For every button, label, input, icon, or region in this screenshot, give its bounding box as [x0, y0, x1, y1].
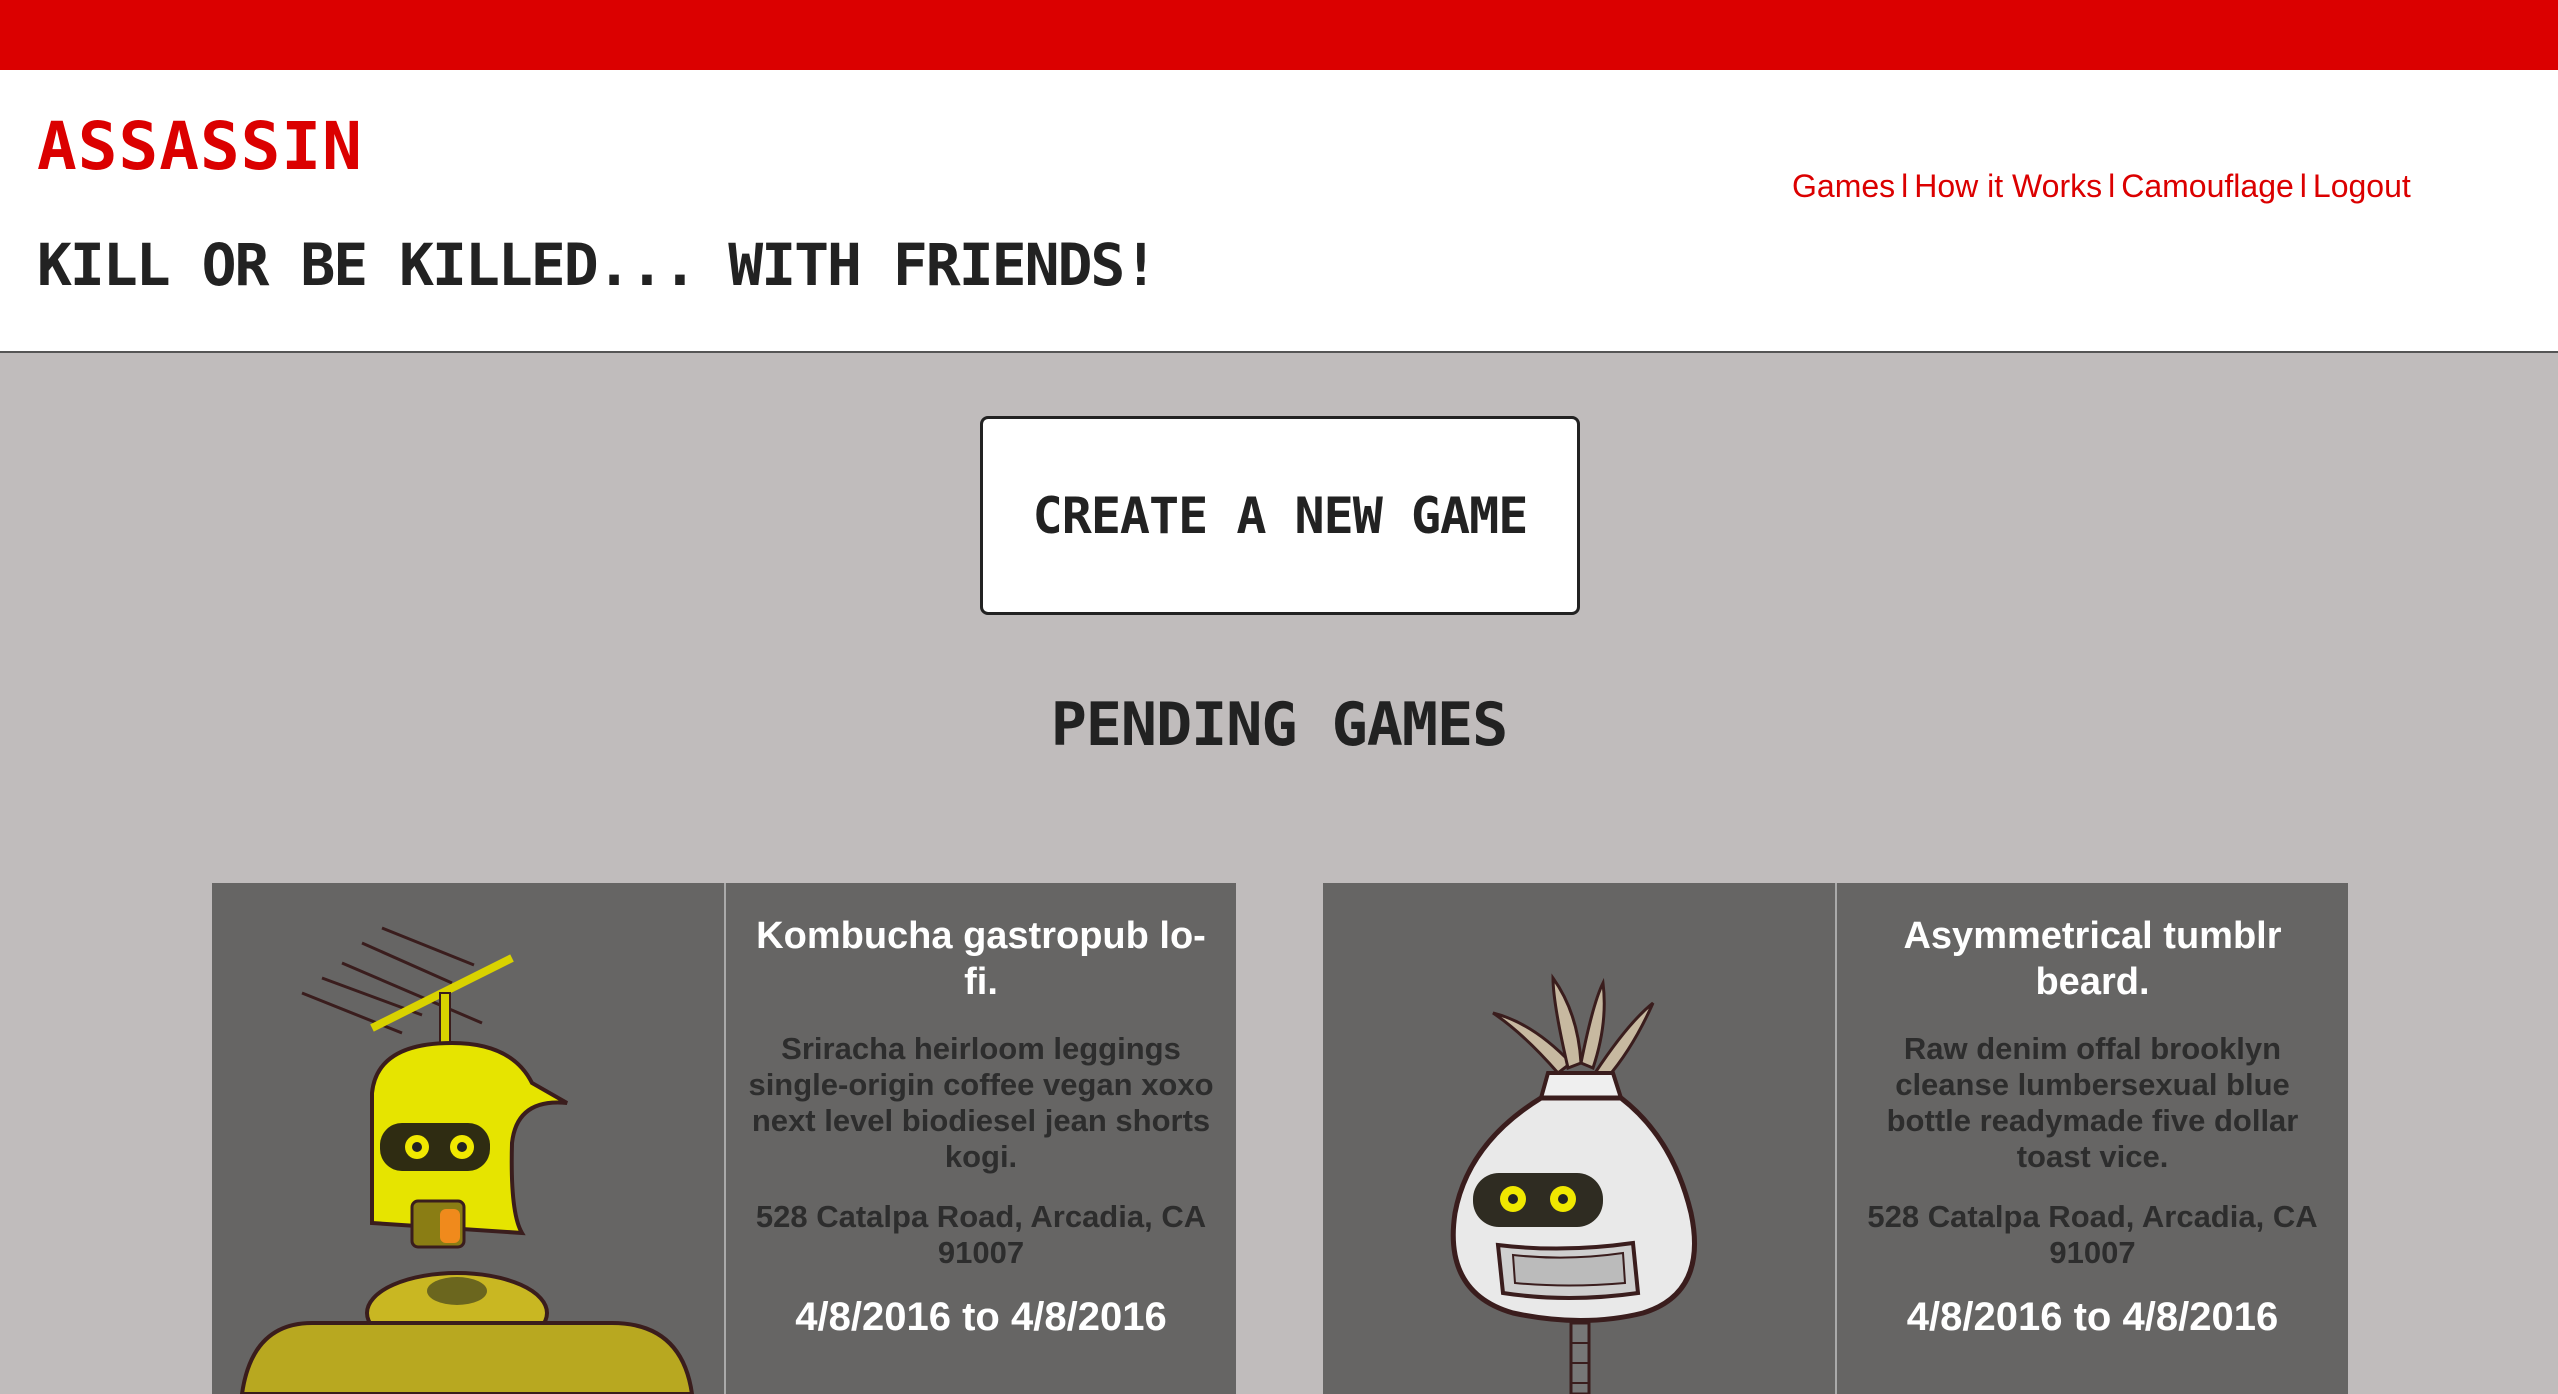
game-description: Raw denim offal brooklyn cleanse lumbers… [1886, 1031, 2299, 1174]
game-card[interactable]: Asymmetrical tumblr beard. Raw denim off… [1323, 883, 2348, 1394]
game-address: 528 Catalpa Road, Arcadia, CA 91007 [755, 1199, 1207, 1270]
game-info: Asymmetrical tumblr beard. Raw denim off… [1837, 883, 2348, 1394]
game-address: 528 Catalpa Road, Arcadia, CA 91007 [1867, 1199, 2318, 1270]
nav-how-it-works[interactable]: How it Works [1914, 168, 2102, 204]
site-logo[interactable]: ASSASSIN [37, 114, 363, 180]
pending-games-heading: PENDING GAMES [1050, 690, 1509, 760]
nav-camouflage[interactable]: Camouflage [2121, 168, 2294, 204]
game-description: Sriracha heirloom leggings single-origin… [748, 1031, 1214, 1174]
white-robot-avatar-icon [1323, 883, 1835, 1394]
nav-separator: l [2299, 168, 2307, 204]
nav-logout[interactable]: Logout [2313, 168, 2411, 204]
game-title[interactable]: Kombucha gastropub lo-fi. [740, 913, 1222, 1005]
game-card[interactable]: Kombucha gastropub lo-fi. Sriracha heirl… [212, 883, 1236, 1394]
site-header: ASSASSIN KILL OR BE KILLED... WITH FRIEN… [0, 70, 2558, 353]
create-new-game-button[interactable]: CREATE A NEW GAME [980, 416, 1580, 615]
nav-separator: l [2108, 168, 2116, 204]
top-bar [0, 0, 2558, 70]
yellow-robot-avatar-icon [212, 883, 724, 1394]
site-tagline: KILL OR BE KILLED... WITH FRIENDS! [37, 231, 1158, 299]
nav-games[interactable]: Games [1792, 168, 1895, 204]
game-title[interactable]: Asymmetrical tumblr beard. [1851, 913, 2334, 1005]
main-nav: Games l How it Works l Camouflage l Logout [1792, 168, 2411, 205]
nav-separator: l [1901, 168, 1909, 204]
game-dates: 4/8/2016 to 4/8/2016 [1906, 1295, 2279, 1339]
game-info: Kombucha gastropub lo-fi. Sriracha heirl… [726, 883, 1236, 1394]
game-dates: 4/8/2016 to 4/8/2016 [795, 1295, 1167, 1339]
